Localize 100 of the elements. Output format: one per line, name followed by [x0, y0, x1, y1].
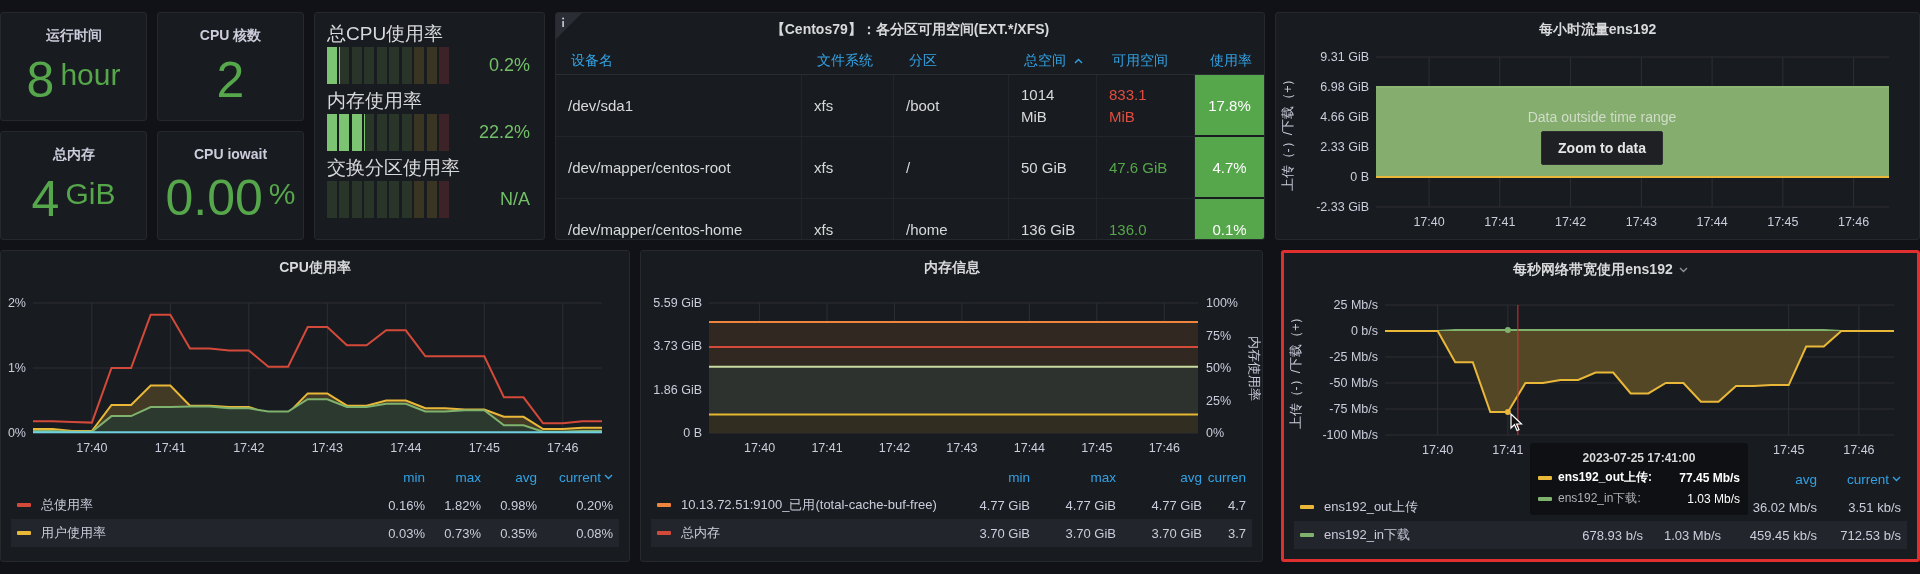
legend-value: 0.73%	[444, 525, 481, 541]
caret-icon	[1892, 476, 1901, 482]
stat-value: 4	[31, 169, 60, 228]
hover-point	[1504, 326, 1511, 333]
column-header[interactable]: 设备名	[556, 47, 802, 75]
legend-series-name[interactable]: 10.13.72.51:9100_已用(total-cache-buf-free)	[681, 496, 937, 514]
axis-tick-label: 17:44	[1013, 441, 1045, 455]
legend-series-name[interactable]: ens192_out上传	[1324, 498, 1418, 516]
usage-cell: 4.7%	[1195, 137, 1264, 199]
axis-tick-label: 17:46	[547, 441, 579, 455]
table-cell-text: 833.1 MiB	[1109, 84, 1148, 127]
caret-icon[interactable]	[1678, 267, 1688, 273]
axis-tick-label: 25 Mb/s	[1333, 298, 1378, 312]
hover-point	[1504, 409, 1511, 416]
axis-tick-label: 17:41	[1492, 443, 1524, 457]
column-header[interactable]: 总空间	[1009, 47, 1097, 75]
legend-series-name[interactable]: ens192_in下载	[1324, 526, 1410, 544]
legend-value: 4.7	[1227, 497, 1246, 513]
legend-column-header[interactable]: max	[455, 469, 481, 485]
legend-column-header[interactable]: current	[558, 469, 613, 485]
stat-value: 8	[26, 50, 55, 109]
column-header[interactable]: 可用空间	[1097, 47, 1195, 75]
legend-value: 0.20%	[576, 497, 613, 513]
axis-tick-label: 9.31 GiB	[1320, 50, 1369, 64]
axis-tick-label: -50 Mb/s	[1329, 376, 1378, 390]
legend-column-header[interactable]: min	[1008, 469, 1030, 485]
axis-tick-label: 0 B	[1350, 169, 1369, 184]
table-cell-text: 136.0	[1109, 219, 1147, 239]
legend-value: 4.77 GiB	[979, 497, 1030, 513]
stat-value: 0.00	[165, 168, 263, 227]
stat-value: 2	[216, 50, 245, 109]
legend-column-header[interactable]: current	[1846, 471, 1901, 487]
legend-value: 4.77 GiB	[1065, 497, 1116, 513]
column-header[interactable]: 文件系统	[802, 47, 894, 75]
axis-tick-label: 17:40	[1422, 443, 1454, 457]
legend-series-name[interactable]: 总内存	[681, 524, 720, 542]
table-cell-text: /home	[906, 219, 948, 239]
legend-value: 36.02 Mb/s	[1752, 499, 1817, 515]
usage-cell: 17.8%	[1195, 75, 1264, 137]
table-cell-text: xfs	[814, 219, 834, 239]
stat-title: CPU 核数	[198, 26, 263, 45]
axis-tick-label: 17:43	[311, 441, 343, 455]
legend-value: 3.51 kb/s	[1848, 499, 1901, 515]
table-cell-text: 47.6 GiB	[1109, 157, 1168, 178]
legend-column-header[interactable]: avg	[1795, 471, 1817, 487]
axis-tick-label: 17:40	[1413, 215, 1445, 229]
info-icon[interactable]	[556, 13, 582, 39]
usage-cell: 0.1%	[1195, 199, 1264, 239]
legend-column-header[interactable]: min	[403, 469, 425, 485]
gauge-value: 22.2%	[478, 122, 530, 143]
axis-tick-label: 17:46	[1843, 443, 1875, 457]
axis-tick-label: 2%	[7, 296, 26, 310]
gauge-label: 总CPU使用率	[327, 22, 445, 46]
axis-tick-label: 5.59 GiB	[653, 296, 702, 310]
legend-column-header[interactable]: avg	[1180, 469, 1202, 485]
cursor-icon	[1510, 413, 1523, 432]
tooltip-series-name: ens192_in下载:	[1558, 490, 1642, 507]
legend-column-header[interactable]: curren	[1207, 469, 1246, 485]
axis-title: 上传（-）/下载（+）	[1281, 72, 1295, 192]
tooltip-time: 2023-07-25 17:41:00	[1581, 451, 1697, 465]
gauge-value: 0.2%	[488, 55, 530, 76]
stat-unit: %	[268, 177, 296, 211]
axis-tick-label: -2.33 GiB	[1316, 200, 1369, 214]
legend-series-name[interactable]: 总使用率	[41, 496, 93, 514]
axis-title: 内存使用率	[1247, 335, 1261, 401]
axis-tick-label: 17:41	[1484, 215, 1516, 229]
axis-tick-label: 17:45	[1767, 215, 1799, 229]
gauge-label: 内存使用率	[327, 89, 423, 113]
column-header[interactable]: 分区	[894, 47, 1009, 75]
tooltip-value: 77.45 Mb/s	[1679, 470, 1740, 485]
table-cell-text: /dev/sda1	[568, 95, 634, 116]
legend-value: 0.16%	[388, 497, 425, 513]
axis-tick-label: 17:45	[468, 441, 500, 455]
axis-title: 上传（-）/下载（+）	[1289, 310, 1303, 430]
axis-tick-label: 0%	[7, 426, 26, 440]
legend-value: 3.70 GiB	[1065, 525, 1116, 541]
zoom-button[interactable]: Zoom to data	[1541, 131, 1663, 165]
axis-tick-label: 1.86 GiB	[653, 382, 702, 397]
legend-column-header[interactable]: avg	[515, 469, 537, 485]
table-cell-text: /	[906, 157, 911, 178]
stat-title: 总内存	[51, 145, 96, 164]
legend-value: 3.7	[1227, 525, 1246, 541]
axis-tick-label: 3.73 GiB	[653, 339, 702, 354]
legend-column-header[interactable]: max	[1090, 469, 1116, 485]
axis-tick-label: 75%	[1206, 328, 1232, 343]
stat-title: CPU iowait	[192, 145, 269, 162]
axis-tick-label: 4.66 GiB	[1320, 109, 1369, 124]
legend-value: 3.70 GiB	[1151, 525, 1202, 541]
table-cell-text: xfs	[814, 95, 834, 116]
axis-tick-label: 17:45	[1081, 441, 1113, 455]
legend-value: 4.77 GiB	[1151, 497, 1202, 513]
chevron-up-icon	[1074, 57, 1083, 64]
legend-value: 1.82%	[444, 497, 481, 513]
legend-series-name[interactable]: 用户使用率	[41, 524, 106, 542]
axis-tick-label: 17:45	[1773, 443, 1805, 457]
axis-tick-label: 100%	[1206, 296, 1238, 310]
axis-tick-label: 17:41	[811, 441, 843, 455]
table-cell-text: 136 GiB	[1021, 219, 1076, 239]
axis-tick-label: 17:42	[1554, 215, 1587, 229]
axis-tick-label: 0%	[1206, 426, 1225, 440]
